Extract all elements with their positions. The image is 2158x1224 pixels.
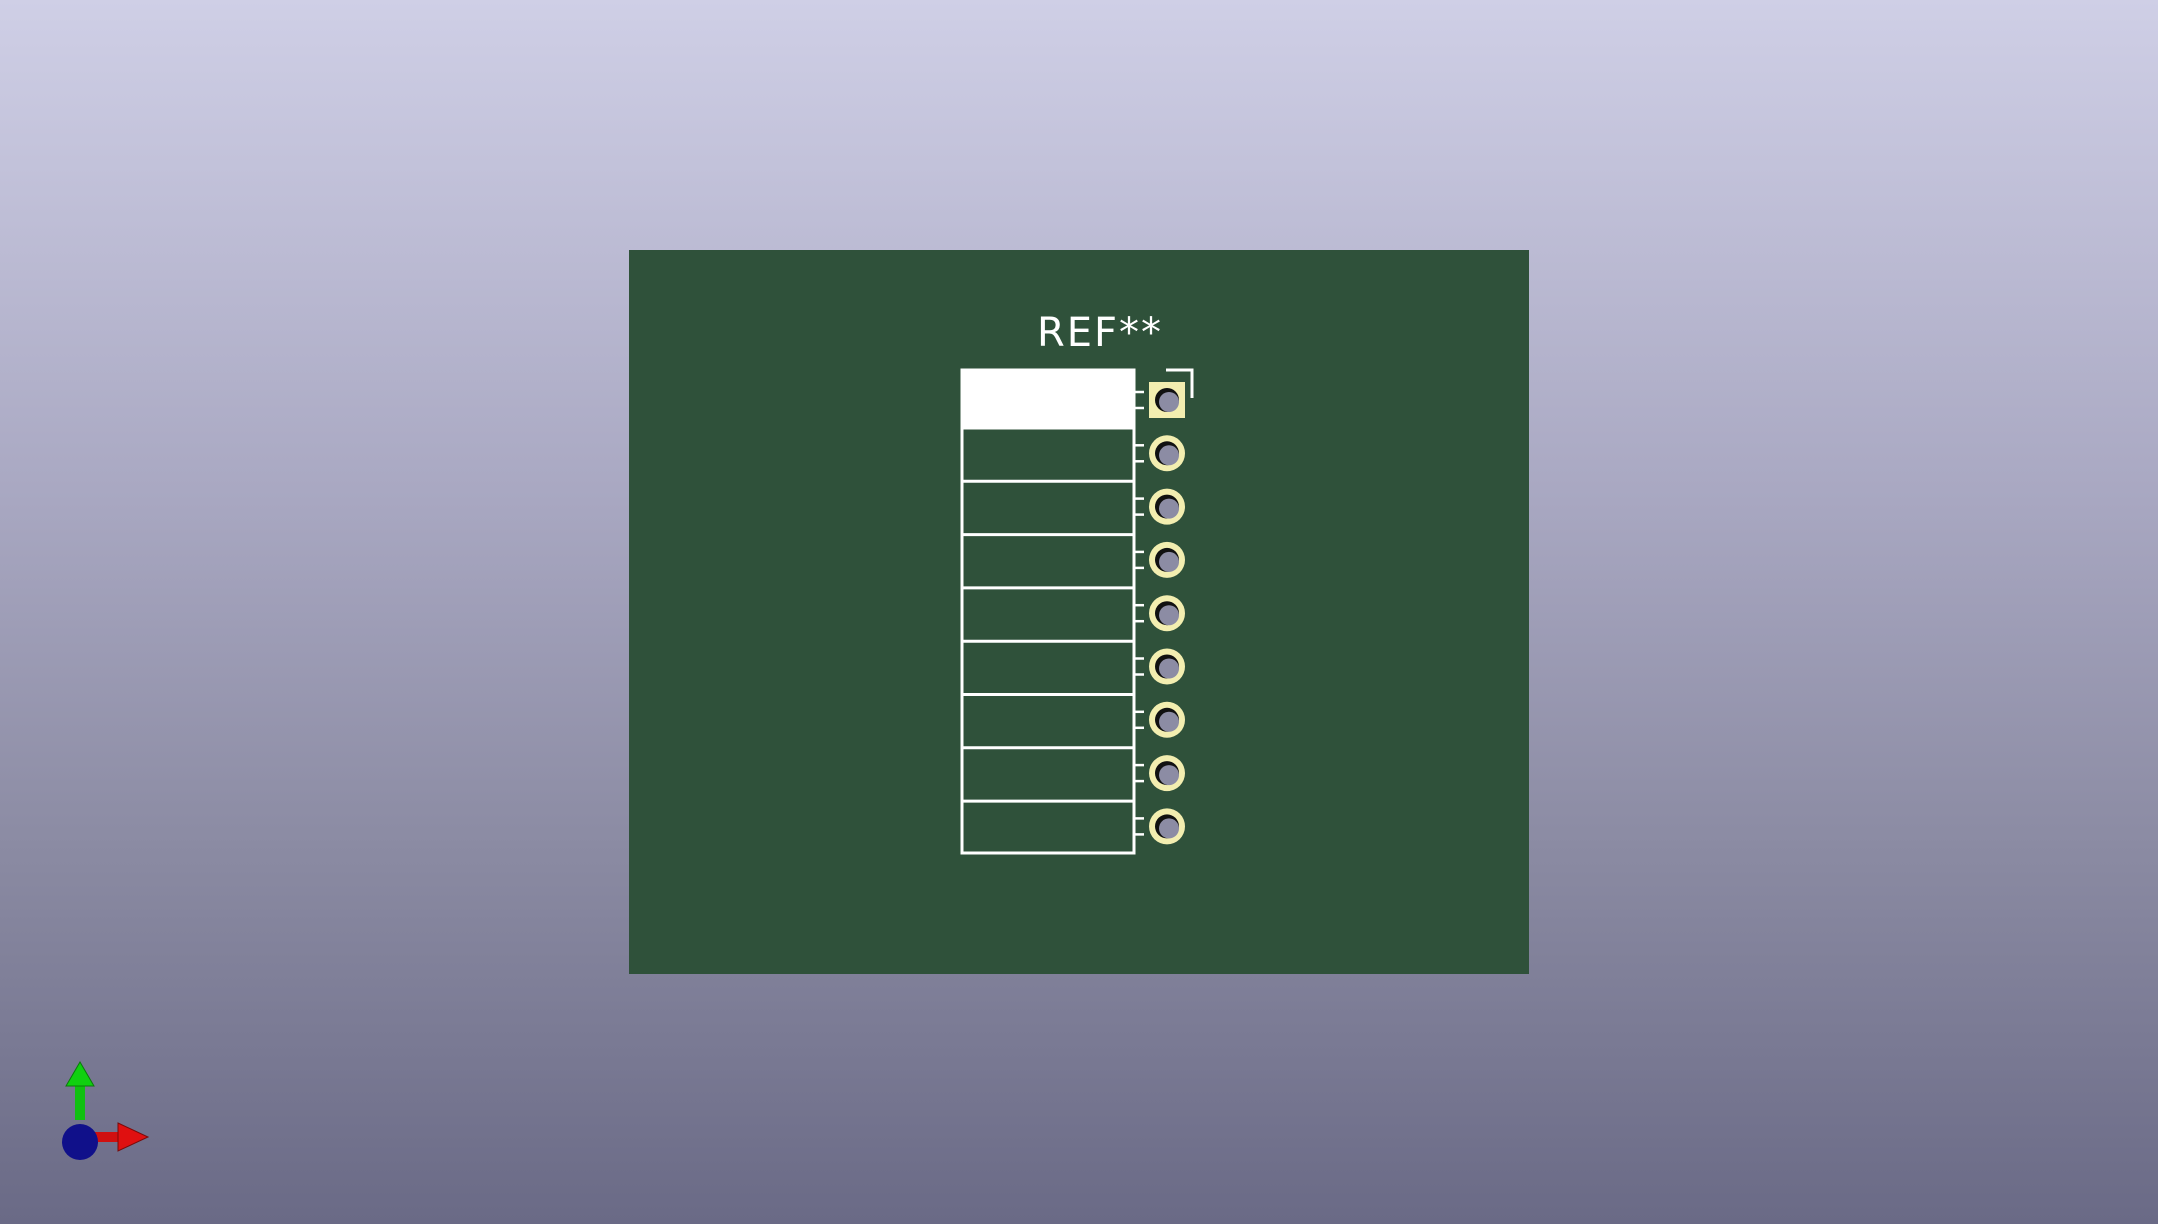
connector-body-outline — [960, 368, 1136, 855]
drill-hole — [1159, 765, 1179, 786]
pad-row — [1149, 382, 1185, 845]
pin1-segment-fill — [962, 370, 1134, 428]
footprint-drawing — [960, 368, 1194, 855]
z-axis-origin-icon — [62, 1124, 98, 1160]
x-axis-arrow-icon — [90, 1122, 150, 1152]
3d-viewport[interactable]: REF** — [0, 0, 2158, 1224]
y-axis-arrow-icon — [65, 1061, 95, 1120]
drill-hole — [1159, 445, 1179, 466]
pcb-board: REF** — [629, 250, 1529, 974]
drill-hole — [1159, 392, 1179, 412]
drill-hole — [1159, 498, 1179, 519]
drill-hole — [1159, 605, 1179, 626]
drill-hole — [1159, 711, 1179, 732]
reference-designator-label: REF** — [1036, 310, 1164, 356]
drill-hole — [1159, 658, 1179, 679]
drill-hole — [1159, 551, 1179, 572]
axis-gizmo — [62, 1061, 150, 1160]
drill-hole — [1159, 818, 1179, 839]
connector-outline — [960, 368, 1136, 855]
